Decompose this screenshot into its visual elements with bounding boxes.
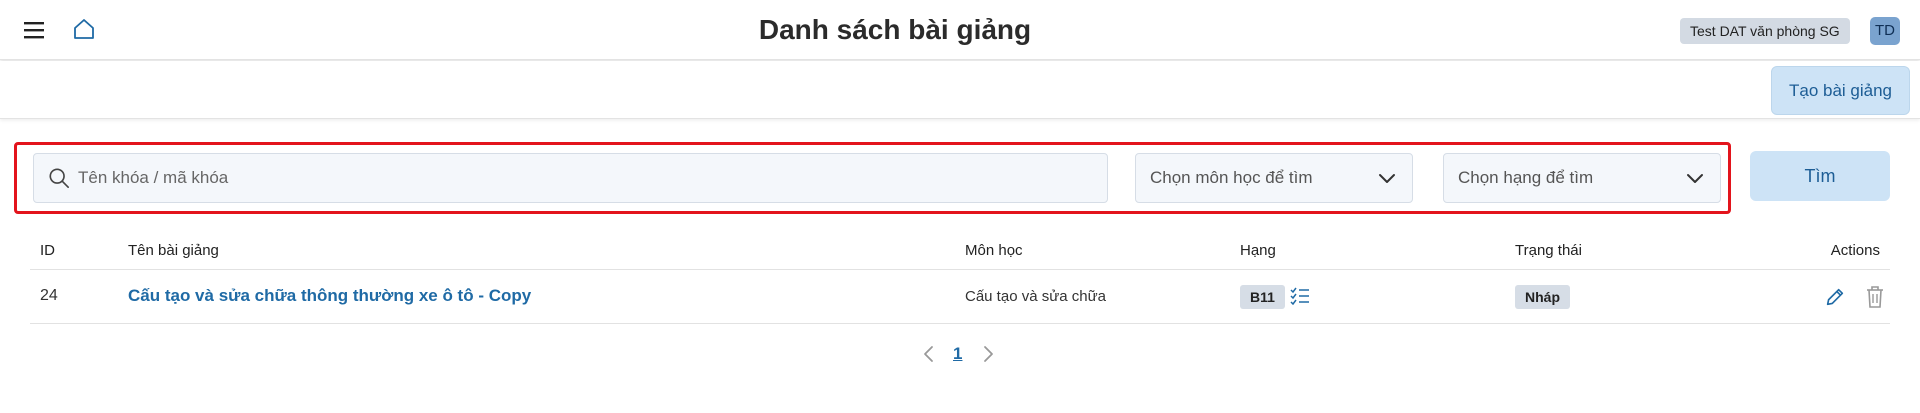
app-header: Danh sách bài giảng Test DAT văn phòng S… [0,0,1920,60]
search-field[interactable] [33,153,1108,203]
search-icon [49,168,69,188]
row-id: 24 [40,287,58,304]
chevron-right-icon[interactable] [980,344,996,364]
pencil-icon[interactable] [1824,286,1846,308]
column-header-rank: Hạng [1240,242,1276,259]
search-input[interactable] [78,154,1098,202]
table-row: 24 Cấu tạo và sửa chữa thông thường xe ô… [30,270,1890,324]
find-button[interactable]: Tìm [1750,151,1890,201]
filter-panel: Chọn môn học để tìm Chọn hạng để tìm [14,142,1731,214]
lesson-table: ID Tên bài giảng Môn học Hạng Trạng thái… [30,236,1890,324]
chevron-down-icon [1687,174,1703,183]
checklist-icon[interactable] [1290,287,1310,305]
chevron-down-icon [1379,174,1395,183]
column-header-id: ID [40,242,55,259]
table-header: ID Tên bài giảng Môn học Hạng Trạng thái… [30,236,1890,270]
page-title: Danh sách bài giảng [758,14,1032,45]
chevron-left-icon[interactable] [921,344,937,364]
subject-select[interactable]: Chọn môn học để tìm [1135,153,1413,203]
column-header-actions: Actions [1830,242,1880,259]
avatar[interactable]: TD [1870,17,1900,45]
row-subject: Cấu tạo và sửa chữa [965,288,1106,305]
subject-select-label: Chọn môn học để tìm [1150,168,1313,187]
rank-select[interactable]: Chọn hạng để tìm [1443,153,1721,203]
pagination: 1 [0,340,1920,370]
rank-badge: B11 [1240,285,1285,309]
status-badge: Nháp [1515,285,1570,309]
column-header-status: Trạng thái [1515,242,1582,259]
column-header-subject: Môn học [965,242,1023,259]
lesson-name-link[interactable]: Cấu tạo và sửa chữa thông thường xe ô tô… [128,286,531,306]
page-number-current[interactable]: 1 [953,344,962,364]
organization-badge[interactable]: Test DAT văn phòng SG [1680,18,1850,44]
action-toolbar: Tạo bài giảng [0,61,1920,119]
create-lesson-button[interactable]: Tạo bài giảng [1771,66,1910,115]
column-header-name: Tên bài giảng [128,242,219,259]
trash-icon[interactable] [1864,285,1886,309]
rank-select-label: Chọn hạng để tìm [1458,168,1594,187]
